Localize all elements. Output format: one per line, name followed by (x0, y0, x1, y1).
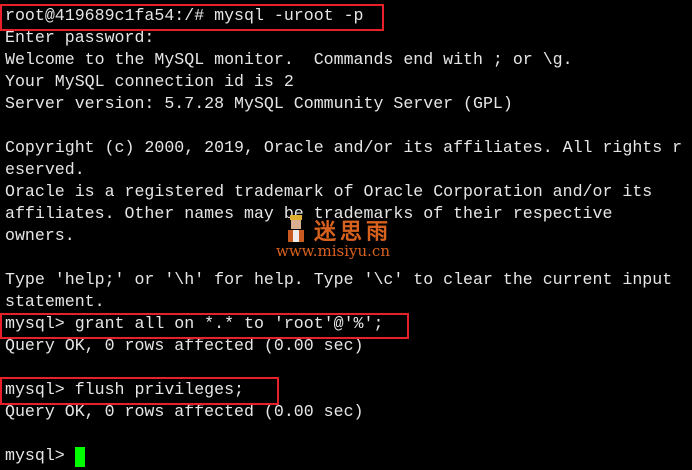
watermark-figure-icon (288, 215, 304, 242)
highlight-box-flush-command (0, 377, 279, 405)
terminal-line: Welcome to the MySQL monitor. Commands e… (5, 50, 573, 69)
watermark-url: www.misiyu.cn (276, 242, 390, 260)
highlight-box-grant-command (0, 313, 409, 339)
terminal-cursor (75, 447, 85, 467)
watermark: 迷思雨 www.misiyu.cn (276, 214, 444, 264)
terminal-line: Server version: 5.7.28 MySQL Community S… (5, 94, 513, 113)
terminal-line: mysql> (5, 446, 75, 465)
terminal-line: Your MySQL connection id is 2 (5, 72, 294, 91)
highlight-box-login-command (0, 4, 384, 31)
terminal-line: Oracle is a registered trademark of Orac… (5, 182, 653, 201)
